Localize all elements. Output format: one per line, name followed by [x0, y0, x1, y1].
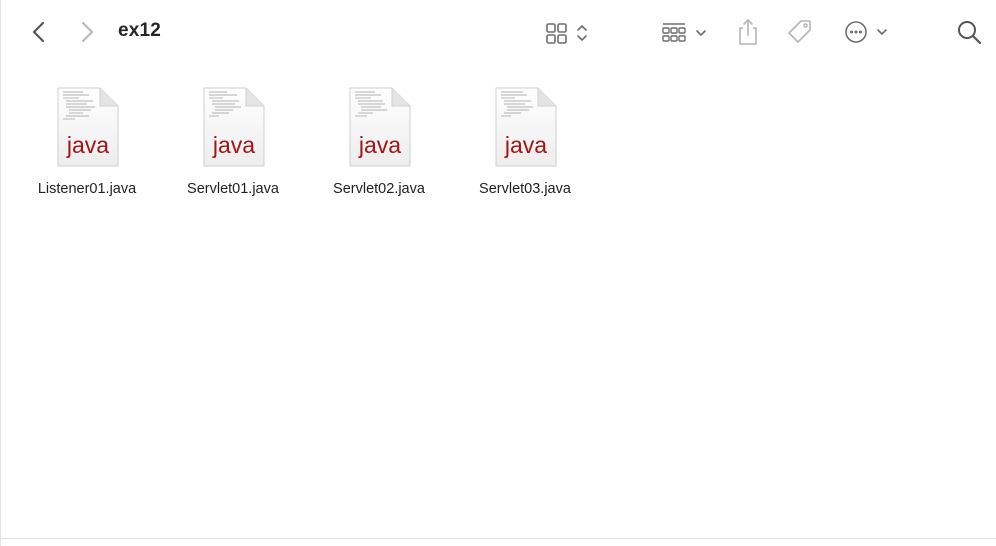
java-file-icon: java [203, 87, 265, 167]
file-name: Servlet03.java [479, 181, 571, 197]
finder-window: ex12 java Listener01.java java Servlet01… [0, 0, 996, 546]
tag-button[interactable] [785, 16, 815, 48]
magnifier-icon [958, 21, 982, 45]
icon-grid-icon [546, 23, 587, 44]
file-grid: java Listener01.java java Servlet01.java… [1, 80, 996, 220]
ellipsis-circle-icon [845, 21, 887, 43]
file-name: Listener01.java [37, 181, 137, 197]
file-extension-label: java [358, 132, 401, 158]
status-bar-divider [1, 538, 996, 539]
window-title: ex12 [118, 20, 162, 41]
file-item[interactable]: java Listener01.java [22, 80, 152, 210]
chevron-right-icon [81, 21, 94, 43]
share-button[interactable] [733, 16, 763, 48]
file-extension-label: java [66, 132, 109, 158]
chevron-left-icon [32, 21, 45, 43]
file-name: Servlet02.java [333, 181, 425, 197]
search-button[interactable] [953, 16, 985, 48]
java-file-icon: java [349, 87, 411, 167]
forward-button[interactable] [73, 18, 101, 46]
file-extension-label: java [504, 132, 547, 158]
more-actions-button[interactable] [839, 18, 895, 46]
group-by-button[interactable] [657, 19, 713, 47]
back-button[interactable] [25, 18, 53, 46]
file-item[interactable]: java Servlet03.java [460, 80, 590, 210]
tag-icon [788, 20, 811, 43]
java-file-icon: java [495, 87, 557, 167]
file-item[interactable]: java Servlet02.java [314, 80, 444, 210]
toolbar: ex12 [1, 0, 996, 64]
group-by-icon [662, 23, 706, 42]
java-file-icon: java [57, 87, 119, 167]
file-extension-label: java [212, 132, 255, 158]
file-name: Servlet01.java [187, 181, 279, 197]
file-item[interactable]: java Servlet01.java [168, 80, 298, 210]
share-icon [739, 19, 757, 45]
view-mode-button[interactable] [541, 19, 595, 47]
